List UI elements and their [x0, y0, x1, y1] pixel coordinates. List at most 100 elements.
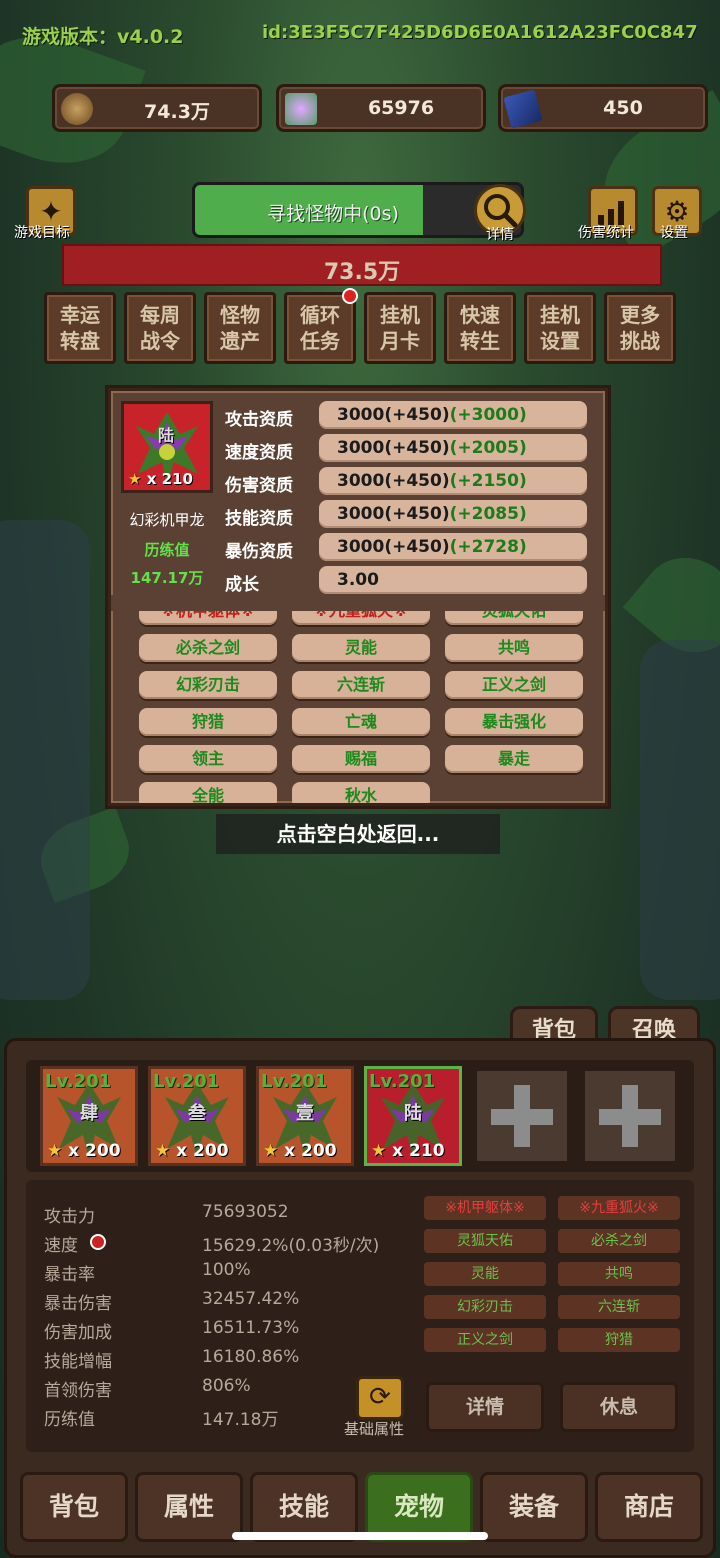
skill-button[interactable]: 共鸣 — [445, 634, 583, 662]
skill-button[interactable]: 领主 — [139, 745, 277, 773]
pet-slot[interactable]: Lv.201 陆 ★ x 210 — [364, 1066, 462, 1166]
pet-slot[interactable]: Lv.201 肆 ★ x 200 — [40, 1066, 138, 1166]
portrait-name: 陆 — [158, 426, 175, 445]
equipped-skill[interactable]: 正义之剑 — [424, 1328, 546, 1352]
return-tip[interactable]: 点击空白处返回... — [216, 814, 500, 854]
stat-label: 成长 — [225, 575, 259, 595]
stat-base: 3.00 — [337, 570, 379, 590]
pet-slot-star-count: x 200 — [176, 1141, 229, 1161]
pet-level: Lv.201 — [45, 1071, 112, 1092]
stat-value: 3000(+450)(+3000) — [319, 401, 587, 429]
star-icon: ★ — [128, 470, 142, 488]
stat-value: 3.00 — [319, 566, 587, 594]
stat-extra-bonus: (+3000) — [449, 405, 527, 425]
more-challenges-button[interactable]: 更多挑战 — [604, 292, 676, 364]
equipped-skill[interactable]: 六连斩 — [558, 1295, 680, 1319]
attribute-label: 技能增幅 — [44, 1352, 112, 1372]
skill-button[interactable]: 暴走 — [445, 745, 583, 773]
stat-extra-bonus: (+2728) — [449, 537, 527, 557]
stat-label: 伤害资质 — [225, 476, 293, 496]
attribute-value: 75693052 — [202, 1202, 289, 1222]
stat-extra-bonus: (+2150) — [449, 471, 527, 491]
attribute-label: 历练值 — [44, 1410, 95, 1430]
attribute-label: 攻击力 — [44, 1207, 95, 1227]
pet-slot-stars: ★ x 200 — [155, 1141, 229, 1161]
skill-button[interactable]: 全能 — [139, 782, 277, 803]
equipped-skill[interactable]: ※机甲躯体※ — [424, 1196, 546, 1220]
attribute-label: 暴击率 — [44, 1265, 95, 1285]
crystal-counter[interactable]: 65976 — [276, 84, 486, 132]
equipped-skill[interactable]: 共鸣 — [558, 1262, 680, 1286]
search-status-text: 寻找怪物中(0s) — [267, 203, 399, 225]
stat-value: 3000(+450)(+2085) — [319, 500, 587, 528]
empty-slot[interactable] — [474, 1068, 570, 1164]
skill-button[interactable]: 暴击强化 — [445, 708, 583, 736]
attribute-value: 32457.42% — [202, 1289, 300, 1309]
stat-bonus: (+450) — [384, 504, 450, 524]
quick-rebirth-button[interactable]: 快速转生 — [444, 292, 516, 364]
attribute-label: 暴击伤害 — [44, 1294, 112, 1314]
game-goal-label: 游戏目标 — [14, 225, 70, 241]
equipped-skill[interactable]: 幻彩刃击 — [424, 1295, 546, 1319]
skill-button[interactable]: 赐福 — [292, 745, 430, 773]
base-attr-button[interactable]: ⟳ — [356, 1376, 404, 1420]
skill-button[interactable]: 幻彩刃击 — [139, 671, 277, 699]
nav-tab[interactable]: 商店 — [595, 1472, 703, 1542]
equipped-skill[interactable]: 灵狐天佑 — [424, 1229, 546, 1253]
lucky-wheel-button[interactable]: 幸运转盘 — [44, 292, 116, 364]
monster-legacy-button[interactable]: 怪物遗产 — [204, 292, 276, 364]
pet-slot-stars: ★ x 200 — [263, 1141, 337, 1161]
skill-button[interactable]: 六连斩 — [292, 671, 430, 699]
stat-base: 3000 — [337, 537, 385, 557]
skill-button[interactable]: 亡魂 — [292, 708, 430, 736]
weekly-pass-button[interactable]: 每周战令 — [124, 292, 196, 364]
idle-settings-button[interactable]: 挂机设置 — [524, 292, 596, 364]
pet-slot[interactable]: Lv.201 叁 ★ x 200 — [148, 1066, 246, 1166]
notification-badge — [342, 288, 358, 304]
pet-slot-name: 叁 — [188, 1103, 206, 1124]
equipped-skill[interactable]: ※九重狐火※ — [558, 1196, 680, 1220]
stat-label: 暴伤资质 — [225, 542, 293, 562]
pet-portrait: 陆 ★ x 210 — [121, 401, 213, 493]
pet-slot-stars: ★ x 210 — [371, 1141, 445, 1161]
skill-button[interactable]: 秋水 — [292, 782, 430, 803]
pet-slot[interactable]: Lv.201 壹 ★ x 200 — [256, 1066, 354, 1166]
equipped-skill[interactable]: 灵能 — [424, 1262, 546, 1286]
player-id: id:3E3F5C7F425D6D6E0A1612A23FC0C847 — [262, 22, 698, 43]
nav-tab[interactable]: 属性 — [135, 1472, 243, 1542]
version-label: 游戏版本：v4.0.2 — [22, 26, 184, 48]
attribute-value: 806% — [202, 1376, 251, 1396]
star-icon: ★ — [371, 1141, 387, 1161]
stat-bonus: (+450) — [384, 405, 450, 425]
pet-slot-star-count: x 200 — [68, 1141, 121, 1161]
base-attr-label: 基础属性 — [344, 1420, 405, 1438]
rest-button[interactable]: 休息 — [560, 1382, 678, 1432]
attribute-label: 速度 — [44, 1236, 78, 1256]
attribute-value: 100% — [202, 1260, 251, 1280]
coin-counter[interactable]: 74.3万 — [52, 84, 262, 132]
coin-icon — [61, 93, 93, 125]
card-value: 450 — [603, 97, 643, 119]
stat-extra-bonus: (+2085) — [449, 504, 527, 524]
detail-button[interactable]: 详情 — [426, 1382, 544, 1432]
skill-button[interactable]: 狩猎 — [139, 708, 277, 736]
empty-slot[interactable] — [582, 1068, 678, 1164]
card-counter[interactable]: 450 — [498, 84, 708, 132]
star-icon: ★ — [155, 1141, 171, 1161]
nav-tab[interactable]: 背包 — [20, 1472, 128, 1542]
skill-button[interactable]: 正义之剑 — [445, 671, 583, 699]
attribute-value: 15629.2%(0.03秒/次) — [202, 1236, 380, 1256]
idle-monthly-card-button[interactable]: 挂机月卡 — [364, 292, 436, 364]
card-icon — [503, 89, 543, 129]
stat-bonus: (+450) — [384, 438, 450, 458]
equipped-skill[interactable]: 必杀之剑 — [558, 1229, 680, 1253]
equipped-skill[interactable]: 狩猎 — [558, 1328, 680, 1352]
pet-slot-star-count: x 210 — [392, 1141, 445, 1161]
stat-base: 3000 — [337, 504, 385, 524]
nav-tab[interactable]: 装备 — [480, 1472, 588, 1542]
skill-button[interactable]: 必杀之剑 — [139, 634, 277, 662]
stat-value: 3000(+450)(+2005) — [319, 434, 587, 462]
attribute-value: 147.18万 — [202, 1410, 279, 1430]
skill-button[interactable]: 灵能 — [292, 634, 430, 662]
damage-stats-label: 伤害统计 — [578, 225, 634, 241]
